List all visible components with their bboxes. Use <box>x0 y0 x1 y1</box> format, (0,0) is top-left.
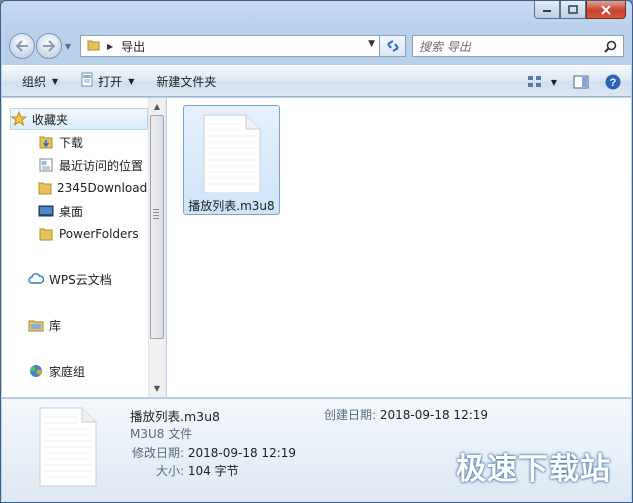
refresh-button[interactable] <box>380 35 406 57</box>
nav-favorites-label: 收藏夹 <box>32 112 69 127</box>
nav-item-desktop[interactable]: 桌面 <box>38 200 148 222</box>
nav-item-label: 桌面 <box>59 204 84 219</box>
file-name: 播放列表.m3u8 <box>188 199 275 213</box>
search-icon[interactable] <box>604 40 617 53</box>
help-button[interactable]: ? <box>605 70 621 94</box>
close-button[interactable] <box>586 1 626 19</box>
details-size: 大小: 104 字节 <box>156 462 239 479</box>
caption-buttons <box>534 1 626 19</box>
view-grid-icon <box>527 76 541 87</box>
view-controls: ▼ ? <box>515 70 621 94</box>
recent-pages-dropdown[interactable]: ▼ <box>62 33 74 59</box>
homegroup-icon <box>28 363 44 379</box>
scroll-thumb[interactable] <box>150 115 164 339</box>
svg-text:?: ? <box>610 77 617 89</box>
nav-library-label: 库 <box>49 318 62 333</box>
open-label: 打开 <box>98 74 123 89</box>
breadcrumb-current[interactable]: 导出 <box>121 38 145 55</box>
command-bar: 组织 ▼ 打开 ▼ 新建文件夹 ▼ ? <box>2 65 631 97</box>
organize-button[interactable]: 组织 ▼ <box>14 69 66 93</box>
new-folder-button[interactable]: 新建文件夹 <box>148 69 224 93</box>
details-file-type: M3U8 文件 <box>130 427 193 441</box>
star-icon <box>11 111 27 127</box>
nav-item-powerfolders[interactable]: PowerFolders <box>38 223 148 245</box>
download-folder-icon <box>38 134 54 150</box>
explorer-window: ▼ ▶ 导出 ▼ 搜索 导出 组织 ▼ 打开 ▼ 新建文件夹 ▼ ? 收藏夹 下… <box>0 0 633 503</box>
details-modified: 修改日期: 2018-09-18 12:19 <box>132 444 296 461</box>
nav-wps-label: WPS云文档 <box>49 272 112 287</box>
preview-pane-icon <box>573 75 589 89</box>
size-value: 104 字节 <box>187 464 239 478</box>
breadcrumb-arrow-icon[interactable]: ▶ <box>107 42 113 51</box>
nav-scrollbar[interactable]: ▲ ▼ <box>148 98 165 397</box>
nav-item-label: PowerFolders <box>59 227 139 241</box>
new-folder-label: 新建文件夹 <box>156 74 217 89</box>
maximize-button[interactable] <box>560 1 586 19</box>
document-icon <box>80 72 94 91</box>
help-icon: ? <box>605 74 621 90</box>
open-button[interactable]: 打开 ▼ <box>72 69 142 93</box>
chevron-down-icon: ▼ <box>128 76 135 86</box>
created-value: 2018-09-18 12:19 <box>379 408 489 422</box>
generic-file-icon <box>203 114 260 193</box>
watermark-text: 极速下载站 <box>456 452 611 487</box>
modified-label: 修改日期: <box>132 446 185 460</box>
organize-label: 组织 <box>22 74 47 89</box>
change-view-button[interactable] <box>527 70 543 94</box>
navigation-pane: 收藏夹 下载 最近访问的位置 2345Downloads 桌面 PowerFol… <box>2 98 166 397</box>
nav-item-downloads[interactable]: 下载 <box>38 131 148 153</box>
folder-icon <box>87 38 101 55</box>
file-preview-icon <box>39 407 97 487</box>
chevron-down-icon: ▼ <box>52 76 59 86</box>
address-bar[interactable]: ▶ 导出 ▼ <box>80 35 380 57</box>
nav-item-label: 下载 <box>59 135 84 150</box>
address-dropdown-icon[interactable]: ▼ <box>368 39 375 49</box>
scroll-grip-icon <box>153 209 159 221</box>
details-pane: 播放列表.m3u8 M3U8 文件 修改日期: 2018-09-18 12:19… <box>2 398 631 502</box>
library-icon <box>28 317 44 333</box>
navigation-row: ▼ ▶ 导出 ▼ 搜索 导出 <box>9 33 624 59</box>
nav-item-2345downloads[interactable]: 2345Downloads <box>38 177 148 199</box>
scroll-down-arrow[interactable]: ▼ <box>149 380 165 397</box>
search-input[interactable]: 搜索 导出 <box>412 35 624 57</box>
preview-pane-button[interactable] <box>573 70 589 94</box>
file-item-selected[interactable]: 播放列表.m3u8 <box>183 105 280 215</box>
view-options-dropdown[interactable]: ▼ <box>551 70 557 94</box>
refresh-icon <box>386 40 399 52</box>
forward-arrow-icon <box>43 40 56 52</box>
folder-icon <box>38 180 52 196</box>
nav-item-recent-places[interactable]: 最近访问的位置 <box>38 154 148 176</box>
back-button[interactable] <box>9 33 35 59</box>
nav-homegroup-label: 家庭组 <box>49 364 86 379</box>
cloud-icon <box>28 271 44 287</box>
nav-favorites[interactable]: 收藏夹 <box>10 108 148 130</box>
recent-places-icon <box>38 157 54 173</box>
nav-item-label: 最近访问的位置 <box>59 158 144 173</box>
modified-value: 2018-09-18 12:19 <box>187 446 297 460</box>
close-icon <box>601 4 611 15</box>
back-arrow-icon <box>15 40 28 52</box>
size-label: 大小: <box>156 464 185 478</box>
created-label: 创建日期: <box>324 408 377 422</box>
minimize-button[interactable] <box>534 1 560 19</box>
scroll-up-arrow[interactable]: ▲ <box>149 98 165 115</box>
desktop-icon <box>38 203 54 219</box>
details-file-name: 播放列表.m3u8 <box>130 409 220 424</box>
details-created: 创建日期: 2018-09-18 12:19 <box>324 406 488 423</box>
folder-icon <box>38 226 54 242</box>
nav-item-label: 2345Downloads <box>57 181 148 195</box>
forward-button[interactable] <box>36 33 62 59</box>
search-placeholder: 搜索 导出 <box>419 39 471 54</box>
file-list-pane[interactable]: 播放列表.m3u8 <box>167 98 631 397</box>
